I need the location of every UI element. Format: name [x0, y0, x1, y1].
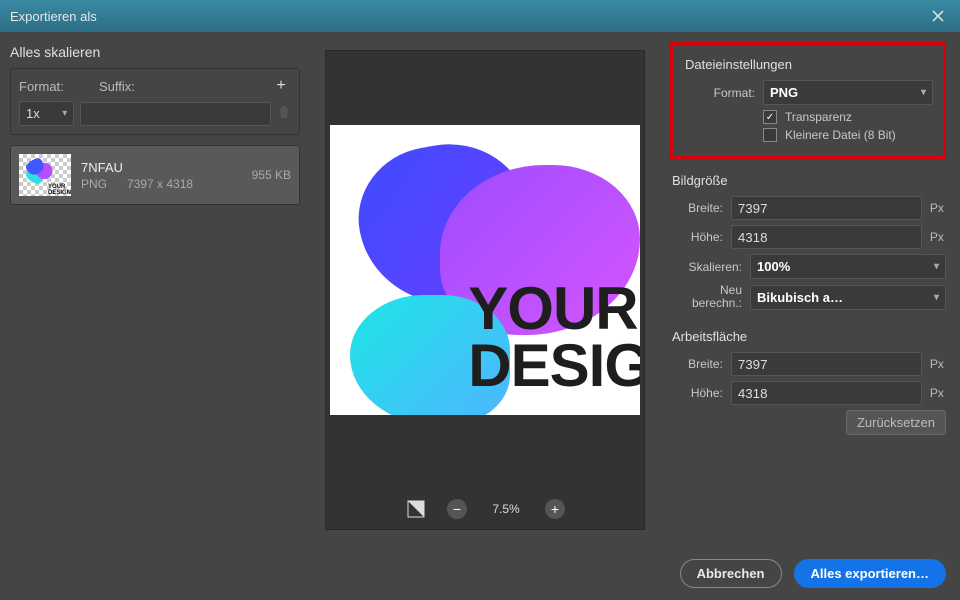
file-settings-group: Dateieinstellungen Format: PNG ▾ ✓ Trans…: [670, 42, 946, 159]
export-dialog: Exportieren als Alles skalieren Format: …: [0, 0, 960, 600]
transparency-checkbox[interactable]: ✓: [763, 110, 777, 124]
format-label-right: Format:: [683, 86, 755, 100]
asset-dimensions: 7397 x 4318: [127, 177, 193, 191]
scale-label: Skalieren:: [670, 260, 742, 274]
cancel-button[interactable]: Abbrechen: [680, 559, 782, 588]
zoom-level: 7.5%: [487, 502, 525, 516]
preview-canvas[interactable]: YOUR DESIG: [326, 51, 644, 489]
format-select[interactable]: PNG ▾: [763, 80, 933, 105]
width-input[interactable]: [731, 196, 922, 220]
dialog-footer: Abbrechen Alles exportieren…: [670, 549, 946, 588]
format-label: Format:: [19, 79, 99, 94]
scale-select-right[interactable]: 100% ▾: [750, 254, 946, 279]
chevron-down-icon: ▾: [934, 292, 939, 303]
delete-scale-icon: [277, 105, 291, 122]
image-size-title: Bildgröße: [672, 173, 946, 188]
suffix-input[interactable]: [80, 102, 271, 126]
asset-meta: 7NFAU PNG 7397 x 4318: [81, 154, 242, 196]
close-icon: [932, 10, 944, 22]
suffix-label: Suffix:: [99, 79, 271, 94]
resample-value: Bikubisch a…: [757, 290, 843, 305]
chevron-down-icon: ▾: [934, 261, 939, 272]
unit-px: Px: [930, 386, 946, 400]
titlebar: Exportieren als: [0, 0, 960, 32]
chevron-down-icon: ▾: [62, 108, 67, 119]
right-panel: Dateieinstellungen Format: PNG ▾ ✓ Trans…: [660, 32, 960, 600]
canvas-width-input[interactable]: [731, 352, 922, 376]
resample-select[interactable]: Bikubisch a… ▾: [750, 285, 946, 310]
asset-card[interactable]: YOUR DESIGN 7NFAU PNG 7397 x 4318 955 KB: [10, 145, 300, 205]
canvas-width-label: Breite:: [670, 357, 723, 371]
transparency-label: Transparenz: [785, 110, 852, 124]
canvas-group: Arbeitsfläche Breite: Px Höhe: Px Zurück…: [670, 325, 946, 435]
artwork: YOUR DESIG: [330, 125, 640, 415]
height-label: Höhe:: [670, 230, 723, 244]
window-title: Exportieren als: [10, 9, 926, 24]
width-label: Breite:: [670, 201, 723, 215]
preview-area: YOUR DESIG − 7.5% +: [325, 50, 645, 530]
asset-thumbnail: YOUR DESIGN: [19, 154, 71, 196]
unit-px: Px: [930, 357, 946, 371]
center-panel: YOUR DESIG − 7.5% +: [310, 32, 660, 600]
unit-px: Px: [930, 201, 946, 215]
height-input[interactable]: [731, 225, 922, 249]
smaller-file-label: Kleinere Datei (8 Bit): [785, 128, 896, 142]
image-size-group: Bildgröße Breite: Px Höhe: Px Skalieren:…: [670, 169, 946, 315]
add-scale-button[interactable]: +: [271, 77, 291, 95]
asset-format: PNG: [81, 177, 107, 191]
resample-label: Neu berechn.:: [670, 284, 742, 310]
format-value: PNG: [770, 85, 798, 100]
left-panel: Alles skalieren Format: Suffix: + 1x ▾: [0, 32, 310, 600]
canvas-title: Arbeitsfläche: [672, 329, 946, 344]
scale-all-title: Alles skalieren: [10, 44, 300, 60]
art-text-line2: DESIG: [468, 332, 640, 399]
scale-value: 1x: [26, 106, 40, 121]
file-settings-title: Dateieinstellungen: [685, 57, 933, 72]
unit-px: Px: [930, 230, 946, 244]
dialog-body: Alles skalieren Format: Suffix: + 1x ▾: [0, 32, 960, 600]
asset-filesize: 955 KB: [252, 168, 291, 182]
scale-select[interactable]: 1x ▾: [19, 101, 74, 126]
asset-name: 7NFAU: [81, 160, 242, 175]
close-button[interactable]: [926, 4, 950, 28]
zoom-out-button[interactable]: −: [447, 499, 467, 519]
export-all-button[interactable]: Alles exportieren…: [794, 559, 947, 588]
smaller-file-checkbox[interactable]: ✓: [763, 128, 777, 142]
zoom-in-button[interactable]: +: [545, 499, 565, 519]
scale-settings: Format: Suffix: + 1x ▾: [10, 68, 300, 135]
contrast-toggle-icon[interactable]: [405, 498, 427, 520]
preview-toolbar: − 7.5% +: [326, 489, 644, 529]
reset-button[interactable]: Zurücksetzen: [846, 410, 946, 435]
chevron-down-icon: ▾: [921, 87, 926, 98]
canvas-height-input[interactable]: [731, 381, 922, 405]
canvas-height-label: Höhe:: [670, 386, 723, 400]
scale-value-right: 100%: [757, 259, 790, 274]
